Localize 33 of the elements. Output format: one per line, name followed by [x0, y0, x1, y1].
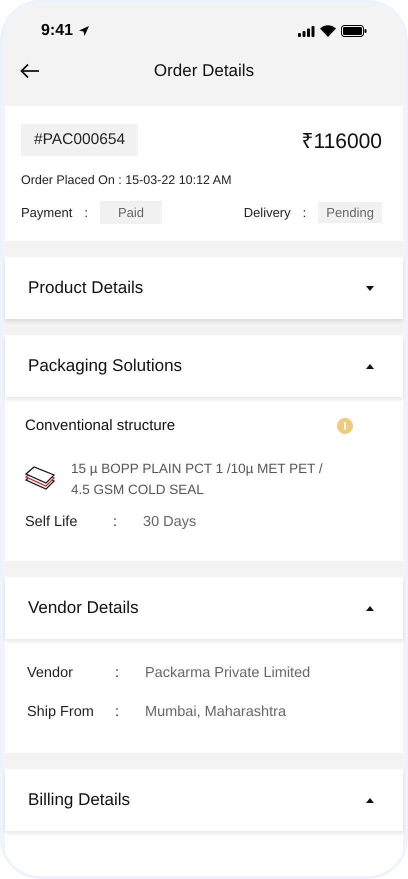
colon: :	[84, 205, 88, 220]
status-label: Payment	[21, 205, 72, 220]
order-amount: ₹116000	[301, 129, 382, 154]
field-label: Vendor	[27, 664, 74, 680]
colon: :	[302, 205, 306, 220]
back-button[interactable]	[20, 63, 40, 79]
location-icon	[79, 26, 90, 36]
field-label: Ship From	[27, 704, 95, 720]
section-header[interactable]: Product Details	[5, 257, 403, 319]
section-header[interactable]: Vendor Details	[5, 577, 403, 639]
field-label: Self Life	[25, 514, 78, 530]
page-title: Order Details	[154, 61, 254, 81]
back-arrow-icon	[20, 63, 40, 79]
status-badge: Pending	[318, 202, 382, 223]
structure-description: 15 µ BOPP PLAIN PCT 1 /10µ MET PET / 4.5 GSM COLD SEAL	[71, 460, 324, 499]
order-date: Order Placed On : 15-03-22 10:12 AM	[21, 173, 233, 187]
field-value: 30 Days	[143, 514, 196, 530]
colon: :	[113, 514, 118, 530]
status-time: 9:41	[41, 22, 74, 40]
structure-name: Conventional structure	[25, 417, 176, 434]
status-badge: Paid	[100, 201, 162, 224]
battery-icon	[341, 25, 367, 37]
section-header[interactable]: Billing Details	[5, 769, 403, 831]
status-label: Delivery	[244, 205, 291, 220]
field-value: Packarma Private Limited	[145, 664, 310, 680]
colon: :	[115, 704, 120, 720]
section-header[interactable]: Packaging Solutions	[5, 335, 403, 397]
wifi-icon	[320, 25, 336, 37]
layers-icon	[25, 466, 55, 492]
signal-icon	[298, 26, 315, 36]
field-value: Mumbai, Maharashtra	[145, 704, 286, 720]
colon: :	[115, 664, 120, 680]
order-number: #PAC000654	[21, 124, 138, 156]
